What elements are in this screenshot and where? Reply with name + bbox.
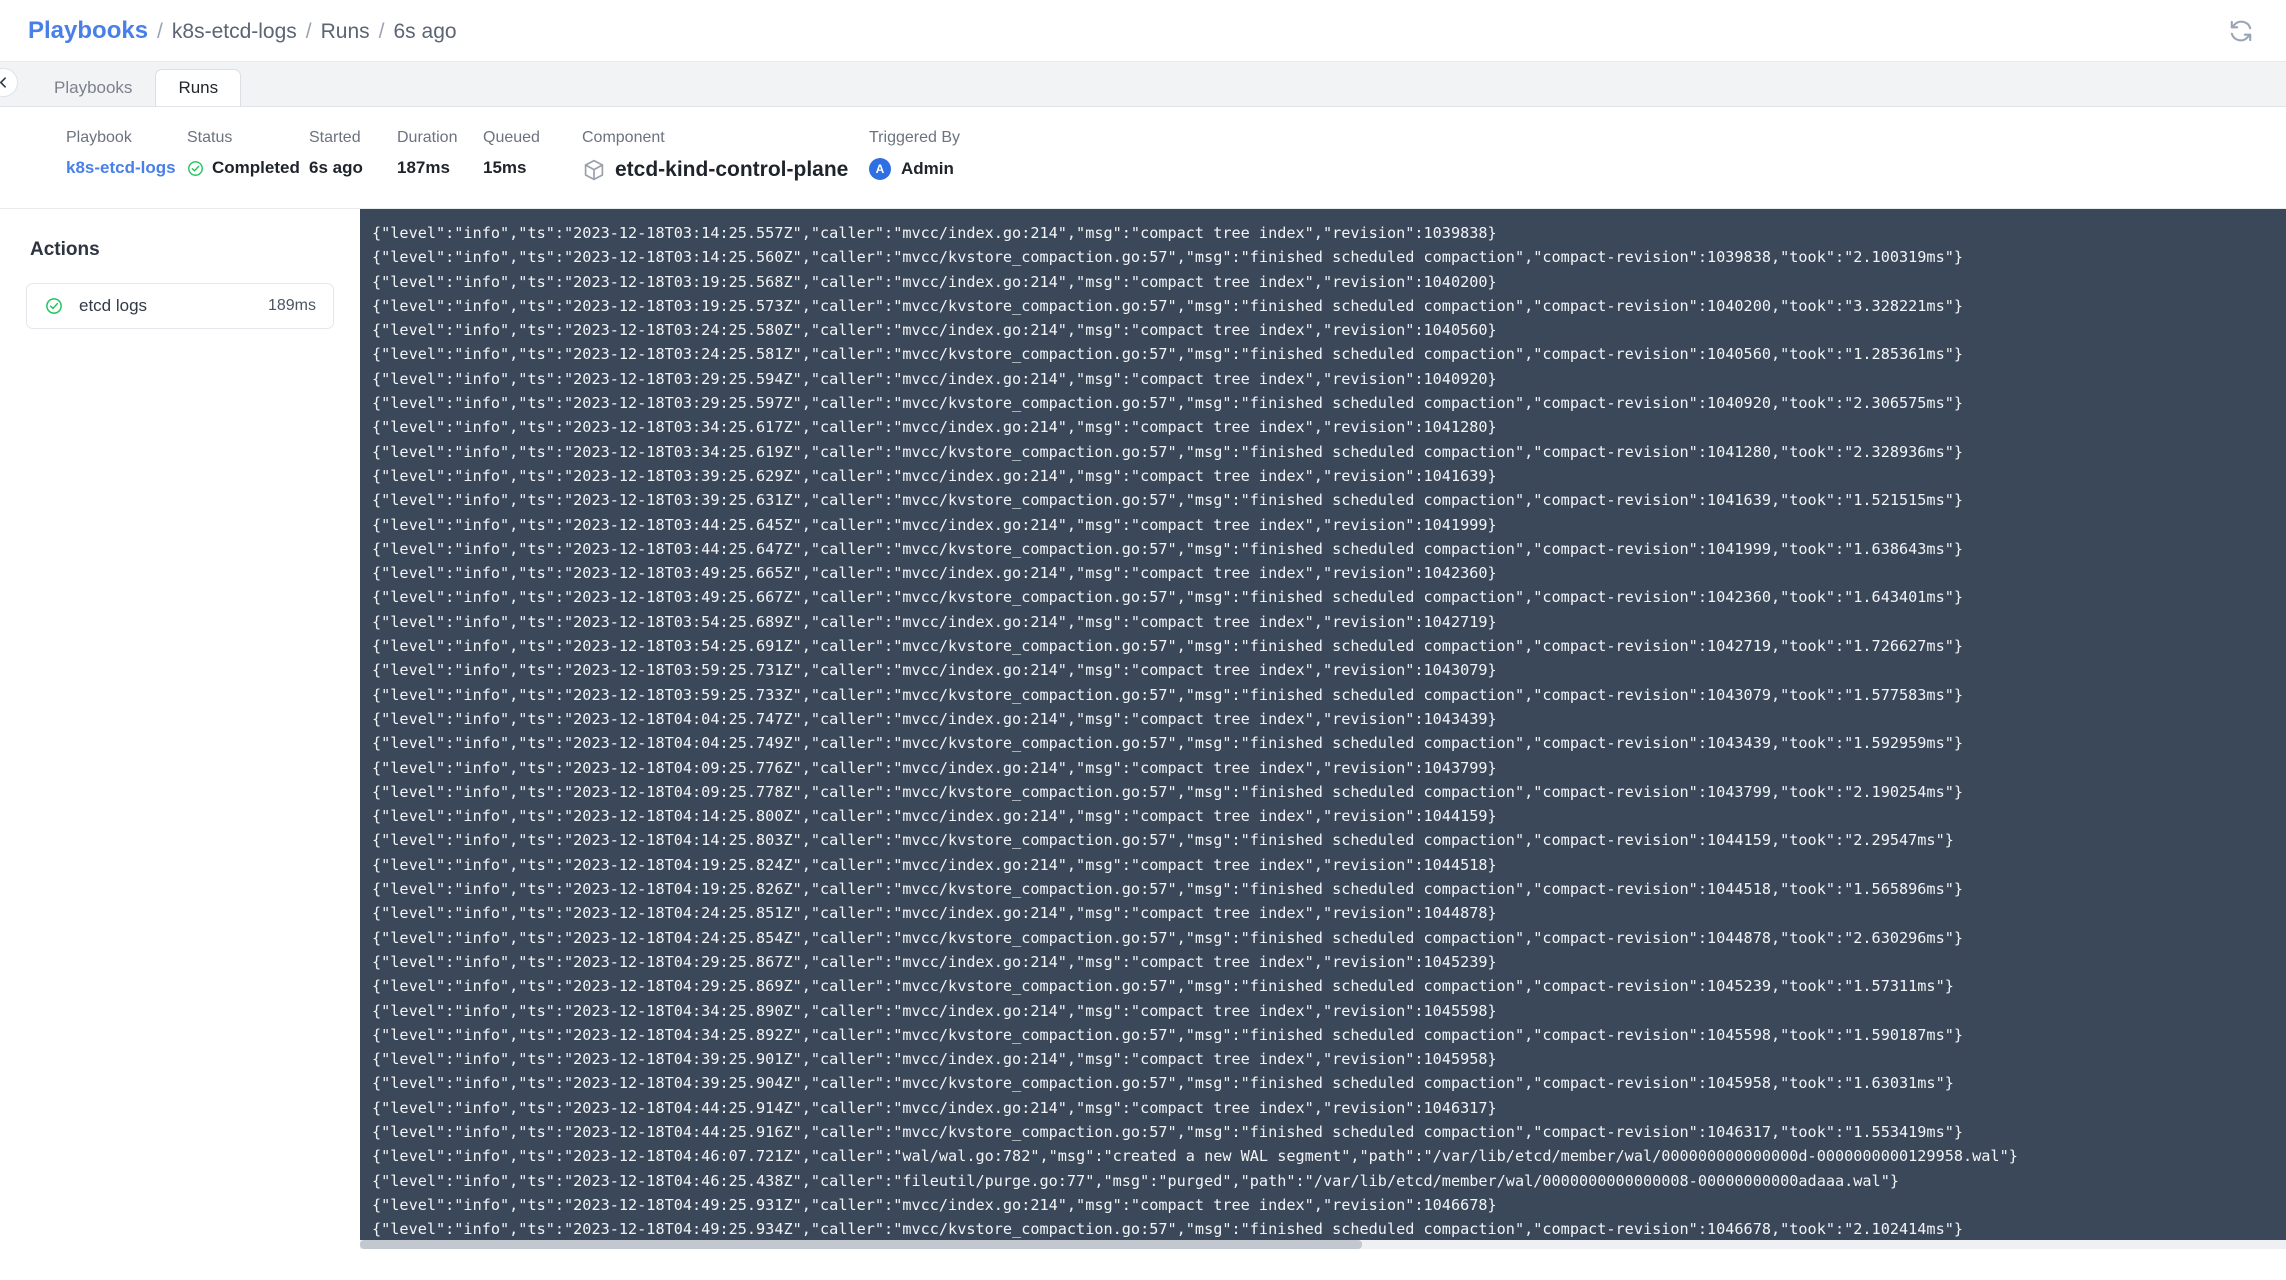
log-line: {"level":"info","ts":"2023-12-18T04:14:2…	[372, 807, 1497, 826]
check-circle-icon	[45, 297, 63, 315]
breadcrumb-item-timestamp: 6s ago	[393, 19, 457, 43]
meta-playbook-label: Playbook	[66, 129, 132, 146]
log-line: {"level":"info","ts":"2023-12-18T03:49:2…	[372, 564, 1497, 583]
action-item-duration: 189ms	[267, 297, 316, 314]
meta-status-label: Status	[187, 129, 233, 146]
log-line: {"level":"info","ts":"2023-12-18T03:54:2…	[372, 612, 1497, 631]
breadcrumb-separator: /	[157, 19, 163, 43]
meta-started: Started 6s ago	[309, 129, 397, 178]
actions-sidebar: Actions etcd logs 189ms	[0, 209, 360, 1249]
log-line: {"level":"info","ts":"2023-12-18T04:46:0…	[372, 1147, 2018, 1166]
log-line: {"level":"info","ts":"2023-12-18T03:24:2…	[372, 345, 1963, 364]
log-line: {"level":"info","ts":"2023-12-18T04:34:2…	[372, 1025, 1963, 1044]
tab-playbooks[interactable]: Playbooks	[31, 69, 155, 106]
meta-component-value-wrap[interactable]: etcd-kind-control-plane	[582, 158, 869, 182]
horizontal-scrollbar[interactable]	[360, 1240, 2286, 1249]
log-line: {"level":"info","ts":"2023-12-18T04:29:2…	[372, 977, 1954, 996]
tab-bar: Playbooks Runs	[0, 62, 2286, 107]
log-line: {"level":"info","ts":"2023-12-18T03:14:2…	[372, 224, 1497, 242]
log-line: {"level":"info","ts":"2023-12-18T04:24:2…	[372, 928, 1963, 947]
log-line: {"level":"info","ts":"2023-12-18T03:14:2…	[372, 248, 1963, 267]
breadcrumb: Playbooks / k8s-etcd-logs / Runs / 6s ag…	[28, 17, 457, 45]
tab-runs-label: Runs	[178, 78, 219, 97]
log-line: {"level":"info","ts":"2023-12-18T04:49:2…	[372, 1220, 1963, 1239]
refresh-icon[interactable]	[2224, 14, 2258, 48]
log-line: {"level":"info","ts":"2023-12-18T04:46:2…	[372, 1171, 1899, 1190]
log-line: {"level":"info","ts":"2023-12-18T04:49:2…	[372, 1195, 1497, 1214]
chevron-left-icon[interactable]	[0, 68, 18, 97]
log-line: {"level":"info","ts":"2023-12-18T04:14:2…	[372, 831, 1954, 850]
log-line: {"level":"info","ts":"2023-12-18T03:59:2…	[372, 685, 1963, 704]
triggered-by-name: Admin	[901, 159, 954, 178]
log-line: {"level":"info","ts":"2023-12-18T03:44:2…	[372, 539, 1963, 558]
log-line: {"level":"info","ts":"2023-12-18T04:44:2…	[372, 1098, 1497, 1117]
meta-triggered-by-value-wrap: A Admin	[869, 158, 1049, 180]
tab-runs[interactable]: Runs	[155, 69, 242, 106]
action-item-label: etcd logs	[79, 296, 148, 315]
log-line: {"level":"info","ts":"2023-12-18T04:29:2…	[372, 952, 1497, 971]
log-line: {"level":"info","ts":"2023-12-18T04:09:2…	[372, 758, 1497, 777]
log-line: {"level":"info","ts":"2023-12-18T04:39:2…	[372, 1074, 1954, 1093]
log-line: {"level":"info","ts":"2023-12-18T03:59:2…	[372, 661, 1497, 680]
breadcrumb-item-playbook[interactable]: k8s-etcd-logs	[172, 20, 297, 44]
scrollbar-thumb[interactable]	[360, 1240, 1362, 1249]
log-output: {"level":"info","ts":"2023-12-18T03:14:2…	[360, 221, 2286, 1249]
log-line: {"level":"info","ts":"2023-12-18T04:39:2…	[372, 1050, 1497, 1069]
log-line: {"level":"info","ts":"2023-12-18T04:04:2…	[372, 734, 1963, 753]
cube-icon	[582, 158, 606, 182]
meta-duration-value: 187ms	[397, 158, 450, 177]
meta-duration: Duration 187ms	[397, 129, 483, 178]
log-line: {"level":"info","ts":"2023-12-18T03:19:2…	[372, 272, 1497, 291]
main-body: Actions etcd logs 189ms {"level":"info",…	[0, 209, 2286, 1249]
breadcrumb-item-runs[interactable]: Runs	[321, 20, 370, 44]
log-line: {"level":"info","ts":"2023-12-18T04:04:2…	[372, 709, 1497, 728]
log-line: {"level":"info","ts":"2023-12-18T04:19:2…	[372, 880, 1963, 899]
log-console[interactable]: {"level":"info","ts":"2023-12-18T03:14:2…	[360, 209, 2286, 1249]
log-line: {"level":"info","ts":"2023-12-18T03:19:2…	[372, 296, 1963, 315]
run-summary-panel: Playbook k8s-etcd-logs Status Completed …	[0, 107, 2286, 209]
meta-started-value: 6s ago	[309, 158, 363, 177]
component-name: etcd-kind-control-plane	[615, 158, 849, 181]
breadcrumb-separator: /	[378, 19, 385, 43]
meta-triggered-by: Triggered By A Admin	[869, 129, 1049, 180]
log-line: {"level":"info","ts":"2023-12-18T04:44:2…	[372, 1122, 1963, 1141]
meta-triggered-by-label: Triggered By	[869, 129, 960, 146]
meta-duration-label: Duration	[397, 129, 458, 146]
check-circle-icon	[187, 160, 204, 177]
meta-queued-label: Queued	[483, 129, 540, 146]
log-line: {"level":"info","ts":"2023-12-18T04:34:2…	[372, 1001, 1497, 1020]
log-line: {"level":"info","ts":"2023-12-18T03:54:2…	[372, 637, 1963, 656]
log-line: {"level":"info","ts":"2023-12-18T03:29:2…	[372, 394, 1963, 413]
log-line: {"level":"info","ts":"2023-12-18T03:39:2…	[372, 491, 1963, 510]
log-line: {"level":"info","ts":"2023-12-18T03:34:2…	[372, 418, 1497, 437]
log-line: {"level":"info","ts":"2023-12-18T04:19:2…	[372, 855, 1497, 874]
log-line: {"level":"info","ts":"2023-12-18T03:44:2…	[372, 515, 1497, 534]
actions-title: Actions	[30, 239, 100, 260]
action-item-etcd-logs[interactable]: etcd logs 189ms	[26, 283, 334, 329]
run-meta-row: Playbook k8s-etcd-logs Status Completed …	[0, 129, 2286, 182]
log-line: {"level":"info","ts":"2023-12-18T03:34:2…	[372, 442, 1963, 461]
status-badge: Completed	[212, 158, 300, 177]
log-line: {"level":"info","ts":"2023-12-18T04:24:2…	[372, 904, 1497, 923]
log-line: {"level":"info","ts":"2023-12-18T04:09:2…	[372, 782, 1963, 801]
meta-status: Status Completed	[187, 129, 309, 178]
meta-status-value-wrap: Completed	[187, 158, 309, 178]
meta-queued: Queued 15ms	[483, 129, 582, 178]
breadcrumb-root-link[interactable]: Playbooks	[28, 17, 148, 45]
top-bar: Playbooks / k8s-etcd-logs / Runs / 6s ag…	[0, 0, 2286, 62]
meta-queued-value: 15ms	[483, 158, 527, 177]
log-line: {"level":"info","ts":"2023-12-18T03:39:2…	[372, 466, 1497, 485]
tab-playbooks-label: Playbooks	[54, 78, 133, 97]
breadcrumb-separator: /	[305, 19, 312, 43]
meta-component-label: Component	[582, 129, 665, 146]
log-line: {"level":"info","ts":"2023-12-18T03:49:2…	[372, 588, 1963, 607]
meta-component: Component etcd-kind-control-plane	[582, 129, 869, 182]
meta-started-label: Started	[309, 129, 361, 146]
meta-playbook-value[interactable]: k8s-etcd-logs	[66, 158, 187, 178]
avatar: A	[869, 158, 891, 180]
log-line: {"level":"info","ts":"2023-12-18T03:29:2…	[372, 369, 1497, 388]
meta-playbook: Playbook k8s-etcd-logs	[66, 129, 187, 178]
log-line: {"level":"info","ts":"2023-12-18T03:24:2…	[372, 321, 1497, 340]
